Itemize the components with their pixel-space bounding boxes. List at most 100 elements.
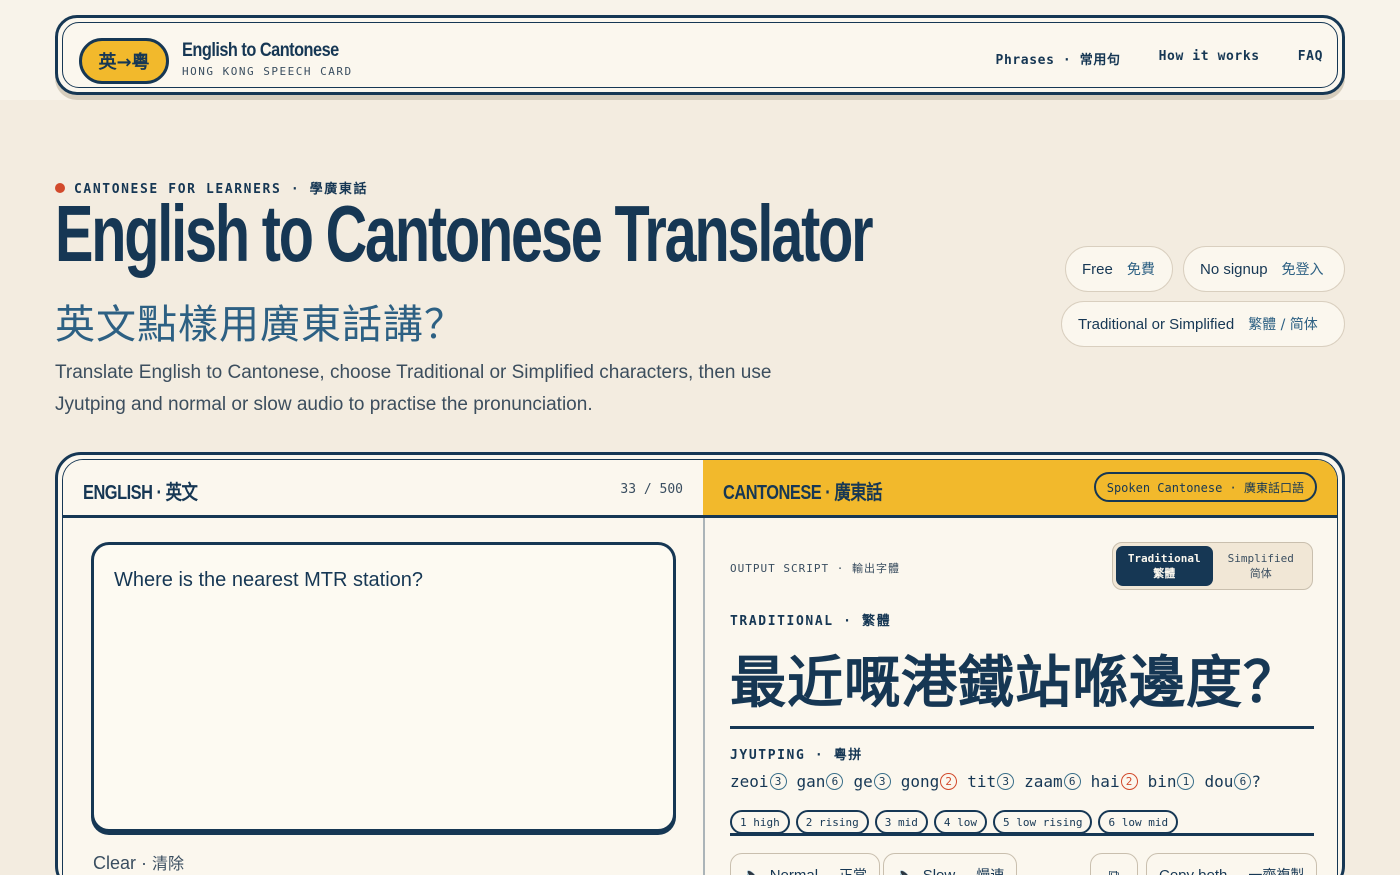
- cantonese-pane-label: CANTONESE · 廣東話: [723, 480, 883, 504]
- copy-both-label: Copy both: [1159, 866, 1228, 875]
- jyutping-syllable-text: tit: [967, 772, 997, 791]
- tone-legend-6: 6 low mid: [1098, 810, 1179, 834]
- tone-legend-2: 2 rising: [795, 810, 869, 834]
- tone-number-icon: 3: [769, 773, 787, 790]
- tone-legend: 1 high 2 rising 3 mid 4 low 5 low rising…: [730, 810, 1179, 834]
- chip-no-signup-label: No signup: [1200, 260, 1268, 278]
- cantonese-pane-header: CANTONESE · 廣東話 Spoken Cantonese · 廣東話口語: [703, 460, 1337, 518]
- audio-slow-label: Slow: [922, 866, 956, 875]
- jyutping-syllable-text: bin: [1147, 772, 1177, 791]
- audio-normal-label: Normal: [769, 866, 819, 875]
- chip-script-label: Traditional or Simplified: [1078, 315, 1235, 333]
- cantonese-output: 最近嘅港鐵站喺邊度？: [730, 651, 1300, 716]
- chip-free: Free 免費: [1065, 246, 1173, 292]
- jyutping-syllable: dou 6?: [1204, 772, 1261, 791]
- traditional-option-zh: 繁體: [1153, 567, 1176, 580]
- script-traditional-button[interactable]: Traditional 繁體: [1116, 546, 1213, 586]
- chip-no-signup-zh: 免登入: [1281, 262, 1324, 278]
- english-label-en: ENGLISH: [83, 482, 153, 504]
- jyutping-syllable: hai 2: [1091, 772, 1138, 791]
- audio-slow-zh: 慢速: [976, 865, 1004, 875]
- page-subtitle-zh: 英文點樣用廣東話講？: [55, 302, 465, 348]
- english-input[interactable]: Where is the nearest MTR station?: [91, 542, 676, 832]
- jyutping-syllable-text: ge: [853, 772, 873, 791]
- jyutping-syllable: zaam 6: [1024, 772, 1081, 791]
- jyutping-syllable: bin 1: [1148, 772, 1195, 791]
- jyutping-syllable-text: zeoi: [730, 772, 769, 791]
- brand-title[interactable]: English to Cantonese: [182, 40, 339, 62]
- audio-slow-button[interactable]: 🔈 Slow·慢速: [883, 853, 1018, 875]
- tone-number-icon: 6: [1234, 773, 1252, 790]
- jyutping-syllable: ge 3: [853, 772, 891, 791]
- english-pane-label: ENGLISH · 英文: [83, 480, 198, 504]
- page-description: Translate English to Cantonese, choose T…: [55, 362, 772, 415]
- nav-phrases[interactable]: Phrases · 常用句: [996, 49, 1121, 68]
- main-nav: Phrases · 常用句 How it works FAQ: [996, 49, 1323, 68]
- header-inner-frame: 英→粵 English to Cantonese HONG KONG SPEEC…: [62, 22, 1338, 88]
- chip-free-zh: 免費: [1126, 262, 1155, 278]
- jyutping-syllable: gan 6: [797, 772, 844, 791]
- tone-legend-1: 1 high: [730, 810, 790, 834]
- tone-legend-3: 3 mid: [874, 810, 928, 834]
- spoken-cantonese-badge: Spoken Cantonese · 廣東話口語: [1093, 472, 1317, 502]
- jyutping-label: JYUTPING · 粵拼: [730, 748, 863, 763]
- logo[interactable]: 英→粵: [79, 38, 169, 84]
- cantonese-label-en: CANTONESE: [723, 482, 822, 504]
- clear-button[interactable]: Clear · 清除: [93, 850, 184, 874]
- jyutping-syllable: gong 2: [901, 772, 958, 791]
- page-title: English to Cantonese Translator: [55, 189, 874, 278]
- output-rule: [730, 726, 1314, 729]
- nav-how-it-works[interactable]: How it works: [1159, 49, 1260, 68]
- speaker-icon: 🔈: [743, 866, 762, 875]
- copy-both-zh: 一齊複製: [1248, 865, 1304, 875]
- tone-number-icon: 6: [826, 773, 844, 790]
- copy-icon: ⧉: [1108, 866, 1120, 875]
- script-toggle: Traditional 繁體 Simplified 简体: [1112, 542, 1313, 590]
- tone-legend-5: 5 low rising: [992, 810, 1093, 834]
- jyutping-line: zeoi 3 gan 6 ge 3 gong 2 tit 3 zaam 6 hai 2 bin 1 dou 6?: [730, 772, 1261, 791]
- audio-normal-zh: 正常: [839, 865, 867, 875]
- output-script-label: OUTPUT SCRIPT · 輸出字體: [730, 562, 900, 575]
- simplified-option-zh: 简体: [1249, 567, 1272, 580]
- chip-free-label: Free: [1082, 260, 1113, 278]
- brand-subtitle: HONG KONG SPEECH CARD: [182, 65, 353, 78]
- cantonese-label-zh: 廣東話: [834, 480, 883, 504]
- traditional-option-en: Traditional: [1127, 552, 1201, 565]
- chip-script-zh: 繁體 / 简体: [1248, 317, 1318, 333]
- translator-card-inner: ENGLISH · 英文 33 / 500 CANTONESE · 廣東話 Sp…: [62, 459, 1338, 875]
- copy-both-button[interactable]: Copy both·一齊複製: [1146, 853, 1318, 875]
- char-counter: 33 / 500: [620, 482, 683, 497]
- script-simplified-button[interactable]: Simplified 简体: [1213, 546, 1310, 586]
- chip-script: Traditional or Simplified 繁體 / 简体: [1061, 301, 1345, 347]
- jyutping-syllable-text: gan: [796, 772, 826, 791]
- english-pane-header: ENGLISH · 英文 33 / 500: [63, 460, 703, 518]
- legend-rule: [730, 833, 1314, 836]
- clear-label-zh: 清除: [152, 854, 185, 873]
- translator-card: ENGLISH · 英文 33 / 500 CANTONESE · 廣東話 Sp…: [55, 452, 1345, 875]
- english-label-zh: 英文: [165, 480, 198, 504]
- copy-button[interactable]: ⧉: [1090, 853, 1138, 875]
- simplified-option-en: Simplified: [1227, 552, 1294, 565]
- nav-faq[interactable]: FAQ: [1298, 49, 1323, 68]
- site-header: 英→粵 English to Cantonese HONG KONG SPEEC…: [55, 15, 1345, 95]
- traditional-label: TRADITIONAL · 繁體: [730, 614, 892, 629]
- clear-label: Clear: [93, 853, 137, 873]
- pane-divider: [703, 518, 705, 875]
- tone-number-icon: 6: [1063, 773, 1081, 790]
- tone-number-icon: 3: [873, 773, 891, 790]
- tone-number-icon: 2: [940, 773, 958, 790]
- tone-legend-4: 4 low: [933, 810, 987, 834]
- jyutping-syllable-text: gong: [900, 772, 940, 791]
- tone-number-icon: 3: [997, 773, 1015, 790]
- jyutping-end: ?: [1251, 772, 1262, 791]
- jyutping-syllable: tit 3: [967, 772, 1015, 791]
- audio-normal-button[interactable]: 🔈 Normal·正常: [730, 853, 881, 875]
- jyutping-syllable-text: zaam: [1024, 772, 1063, 791]
- jyutping-syllable-text: hai: [1090, 772, 1120, 791]
- chip-no-signup: No signup 免登入: [1183, 246, 1345, 292]
- speaker-slow-icon: 🔈: [896, 866, 915, 875]
- jyutping-syllable-text: dou: [1204, 772, 1234, 791]
- tone-number-icon: 2: [1120, 773, 1138, 790]
- tone-number-icon: 1: [1177, 773, 1195, 790]
- jyutping-syllable: zeoi 3: [730, 772, 787, 791]
